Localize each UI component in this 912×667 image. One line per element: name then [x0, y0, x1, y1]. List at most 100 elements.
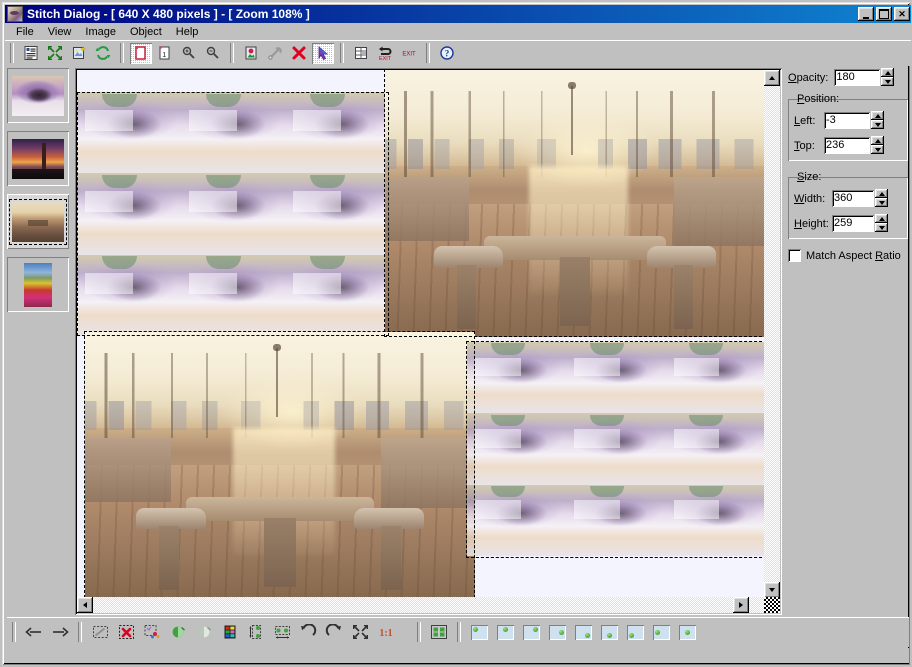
- actual-size-icon[interactable]: 1:1: [375, 621, 397, 643]
- canvas-resize-grip[interactable]: [764, 597, 780, 613]
- opacity-down-icon[interactable]: [193, 621, 215, 643]
- menu-item-object[interactable]: Object: [123, 25, 169, 39]
- top-input[interactable]: 236: [824, 137, 870, 154]
- left-spin-down[interactable]: [871, 120, 884, 129]
- properties-list-icon[interactable]: [20, 43, 42, 64]
- height-spin-down[interactable]: [875, 223, 888, 232]
- anchor-top-right[interactable]: [520, 621, 542, 643]
- top-label: Top:: [794, 140, 824, 152]
- scroll-down-button[interactable]: [764, 582, 780, 598]
- select-arrow-icon[interactable]: [312, 43, 334, 64]
- height-spinner[interactable]: [875, 214, 888, 233]
- tiled-eye-object-bottom-right[interactable]: [467, 342, 765, 556]
- distribute-horizontal-icon[interactable]: [271, 621, 293, 643]
- fit-to-window-icon[interactable]: [44, 43, 66, 64]
- opacity-input[interactable]: 180: [834, 69, 880, 86]
- scroll-up-button[interactable]: [764, 70, 780, 86]
- left-spinner[interactable]: [871, 111, 884, 130]
- help-icon[interactable]: ?: [436, 43, 458, 64]
- exit-return-icon[interactable]: EXIT: [374, 43, 396, 64]
- anchor-middle-left[interactable]: [650, 621, 672, 643]
- match-aspect-ratio-row[interactable]: Match Aspect Ratio: [788, 249, 908, 262]
- bottom-separator: [78, 622, 82, 642]
- fit-object-icon[interactable]: [349, 621, 371, 643]
- title-bar[interactable]: Stitch Dialog - [ 640 X 480 pixels ] - […: [5, 5, 911, 23]
- main-toolbar: 1: [5, 40, 911, 66]
- thumbnail-tulip[interactable]: [7, 257, 69, 312]
- rotate-left-icon[interactable]: [297, 621, 319, 643]
- thumbnail-pier[interactable]: [7, 194, 69, 249]
- anchor-bottom-right[interactable]: [572, 621, 594, 643]
- previous-object-button[interactable]: [23, 621, 45, 643]
- rotate-right-icon[interactable]: [323, 621, 345, 643]
- svg-text:1:1: 1:1: [379, 628, 392, 639]
- delete-selection-icon[interactable]: [115, 621, 137, 643]
- left-input[interactable]: -3: [824, 112, 870, 129]
- menu-item-image[interactable]: Image: [78, 25, 123, 39]
- maximize-button[interactable]: [876, 7, 892, 21]
- opacity-spinner[interactable]: [881, 68, 894, 87]
- toolbar-separator: [230, 43, 234, 63]
- scroll-right-button[interactable]: [733, 597, 749, 613]
- match-aspect-ratio-label: Match Aspect Ratio: [806, 250, 901, 262]
- thumbnail-panel: [7, 68, 73, 602]
- close-button[interactable]: ✕: [894, 7, 910, 21]
- menu-item-file[interactable]: File: [9, 25, 41, 39]
- anchor-bottom-center[interactable]: [598, 621, 620, 643]
- tiled-eye-object-top-left[interactable]: [77, 92, 389, 336]
- pier-object-top-right[interactable]: [385, 70, 765, 337]
- anchor-bottom-left[interactable]: [624, 621, 646, 643]
- width-spinner[interactable]: [875, 189, 888, 208]
- tiled-eye-pattern: [467, 342, 765, 556]
- top-spin-down[interactable]: [871, 145, 884, 154]
- top-spinner[interactable]: [871, 136, 884, 155]
- canvas-vertical-scrollbar[interactable]: [764, 70, 780, 598]
- thumbnail-eye[interactable]: [7, 68, 69, 123]
- width-input[interactable]: 360: [832, 190, 874, 207]
- anchor-top-center[interactable]: [494, 621, 516, 643]
- bottom-separator: [12, 622, 16, 642]
- minimize-button[interactable]: [858, 7, 874, 21]
- wrench-icon[interactable]: [264, 43, 286, 64]
- pier-photo: [85, 332, 475, 598]
- refresh-icon[interactable]: [92, 43, 114, 64]
- width-spin-up[interactable]: [875, 189, 888, 198]
- next-object-button[interactable]: [49, 621, 71, 643]
- thumbnail-bridge[interactable]: [7, 131, 69, 186]
- delete-object-icon[interactable]: [288, 43, 310, 64]
- exit-icon[interactable]: EXIT: [398, 43, 420, 64]
- single-page-icon[interactable]: [130, 43, 152, 64]
- new-image-icon[interactable]: [68, 43, 90, 64]
- height-spin-up[interactable]: [875, 214, 888, 223]
- match-aspect-ratio-checkbox[interactable]: [788, 249, 801, 262]
- zoom-in-icon[interactable]: [178, 43, 200, 64]
- scroll-left-button[interactable]: [77, 597, 93, 613]
- page-one-icon[interactable]: 1: [154, 43, 176, 64]
- select-none-icon[interactable]: [89, 621, 111, 643]
- opacity-spin-down[interactable]: [881, 77, 894, 86]
- color-palette-icon[interactable]: [219, 621, 241, 643]
- anchor-top-left[interactable]: [468, 621, 490, 643]
- canvas-area: [75, 68, 782, 615]
- anchor-center[interactable]: [676, 621, 698, 643]
- left-spin-up[interactable]: [871, 111, 884, 120]
- top-spin-up[interactable]: [871, 136, 884, 145]
- pier-object-bottom-left[interactable]: [85, 332, 475, 598]
- grid-table-icon[interactable]: [350, 43, 372, 64]
- add-object-icon[interactable]: [240, 43, 262, 64]
- tile-grid-icon[interactable]: [428, 621, 450, 643]
- opacity-spin-up[interactable]: [881, 68, 894, 77]
- toolbar-separator: [120, 43, 124, 63]
- scatter-icon[interactable]: [141, 621, 163, 643]
- menu-item-help[interactable]: Help: [169, 25, 206, 39]
- menu-item-view[interactable]: View: [41, 25, 79, 39]
- zoom-out-icon[interactable]: [202, 43, 224, 64]
- width-spin-down[interactable]: [875, 198, 888, 207]
- opacity-up-icon[interactable]: [167, 621, 189, 643]
- stitch-canvas[interactable]: [77, 70, 765, 598]
- distribute-vertical-icon[interactable]: [245, 621, 267, 643]
- canvas-horizontal-scrollbar[interactable]: [77, 597, 765, 613]
- toolbar-separator: [426, 43, 430, 63]
- anchor-middle-right[interactable]: [546, 621, 568, 643]
- height-input[interactable]: 259: [832, 215, 874, 232]
